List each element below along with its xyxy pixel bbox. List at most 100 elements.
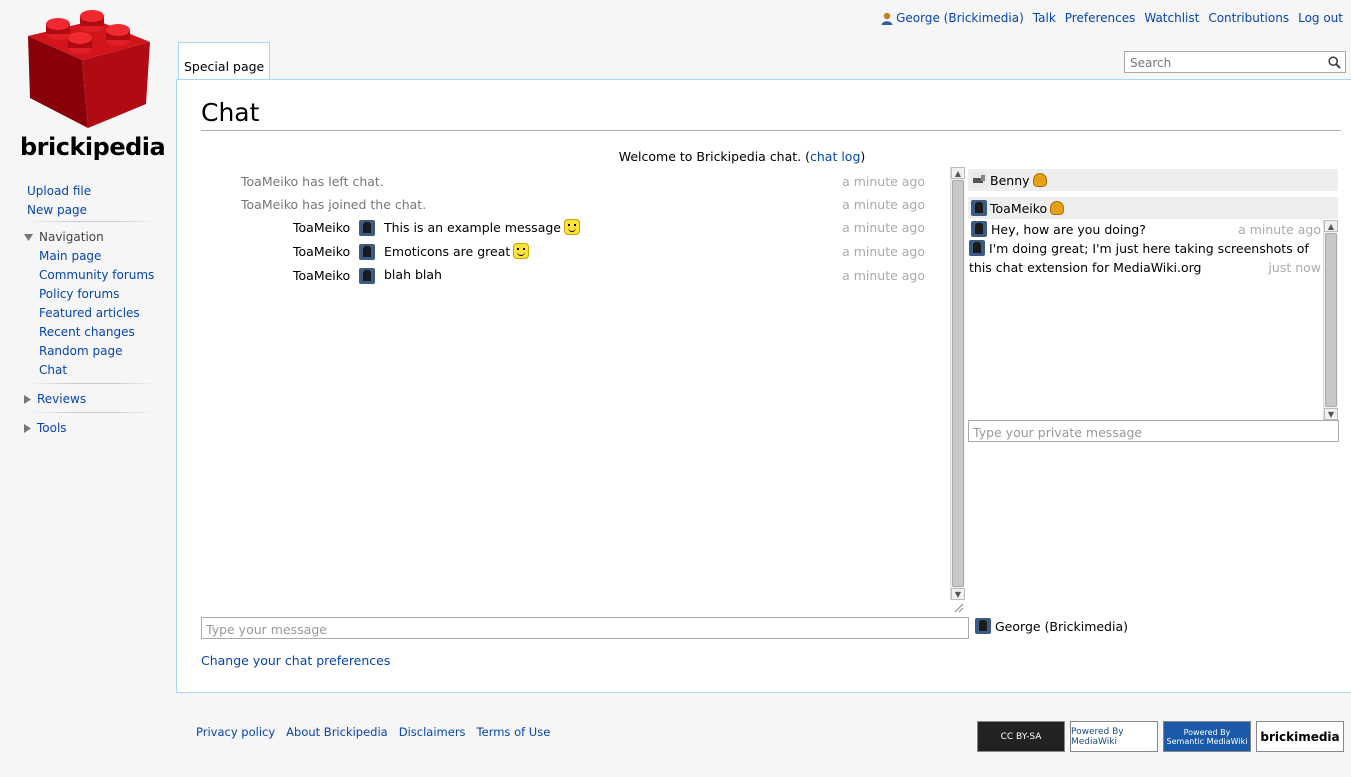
welcome-suffix: ) [860,149,866,164]
user-icon [881,12,893,25]
sidebar-item-chat[interactable]: Chat [39,361,154,380]
site-logo-text: brickipedia [20,133,166,161]
search-icon[interactable] [1328,56,1341,69]
privacy-policy-link[interactable]: Privacy policy [196,725,275,739]
page-title: Chat [201,98,1341,131]
private-message-input[interactable] [971,422,1330,442]
tools-label: Tools [37,421,67,435]
semantic-mediawiki-badge[interactable]: Powered By Semantic MediaWiki [1163,721,1251,752]
cc-by-sa-badge[interactable]: CC BY-SA [977,721,1065,752]
message-user[interactable]: ToaMeiko [293,220,350,235]
avatar [359,244,375,260]
search-input[interactable] [1128,53,1322,73]
avatar [359,268,375,284]
private-message: I'm doing great; I'm just here taking sc… [969,239,1314,277]
search-box [1124,51,1346,73]
sidebar-item-random-page[interactable]: Random page [39,342,154,361]
message-timestamp: a minute ago [842,268,925,283]
sidebar-divider [27,221,155,222]
private-message-input-box [968,420,1339,442]
reviews-label: Reviews [37,392,87,406]
sidebar-item-community-forums[interactable]: Community forums [39,266,154,285]
message-timestamp: a minute ago [842,174,925,189]
content-area: Chat Welcome to Brickipedia chat. (chat … [176,79,1351,693]
sidebar-item-policy-forums[interactable]: Policy forums [39,285,154,304]
sidebar-divider [27,412,155,413]
scroll-up-icon[interactable]: ▲ [1324,220,1338,232]
terms-of-use-link[interactable]: Terms of Use [477,725,551,739]
tab-special-page[interactable]: Special page [178,42,271,80]
avatar [971,172,987,188]
brickimedia-badge[interactable]: brickimedia [1256,721,1344,752]
userlist-name: ToaMeiko [990,200,1048,216]
message-timestamp: a minute ago [1238,222,1321,237]
lego-brick-icon [28,10,150,128]
current-user-name: George (Brickimedia) [995,618,1129,634]
tools-heading[interactable]: Tools [24,421,67,435]
user-name: George (Brickimedia) [896,11,1024,25]
sidebar-item-featured-articles[interactable]: Featured articles [39,304,154,323]
avatar [971,200,987,216]
reviews-heading[interactable]: Reviews [24,392,86,406]
message-text: This is an example message [384,219,561,235]
talk-link[interactable]: Talk [1033,11,1056,25]
userlist-item[interactable]: ToaMeiko [968,197,1338,219]
user-link[interactable]: George (Brickimedia) [881,11,1024,25]
system-message-text: ToaMeiko has left chat. [241,174,384,189]
footer-badges: CC BY-SA Powered By MediaWiki Powered By… [977,721,1344,752]
system-message-text: ToaMeiko has joined the chat. [241,197,427,212]
scrollbar-thumb[interactable] [1325,233,1337,407]
logout-link[interactable]: Log out [1298,11,1343,25]
watchlist-link[interactable]: Watchlist [1144,11,1199,25]
current-user: George (Brickimedia) [975,618,1128,634]
message-input[interactable] [204,619,944,639]
scroll-up-icon[interactable]: ▲ [951,167,965,179]
message-input-box [201,617,969,639]
scrollbar-thumb[interactable] [952,180,964,587]
navigation-label: Navigation [39,230,104,244]
welcome-prefix: Welcome to Brickipedia chat. ( [618,149,810,164]
private-message: Hey, how are you doing? [971,220,1241,239]
personal-tools: George (Brickimedia) Talk Preferences Wa… [881,11,1343,25]
system-message: ToaMeiko has left chat. a minute ago [201,174,927,192]
resize-handle-icon[interactable] [954,603,964,613]
mediawiki-badge[interactable]: Powered By MediaWiki [1070,721,1158,752]
navigation-heading[interactable]: Navigation [24,230,104,244]
sidebar-item-main-page[interactable]: Main page [39,247,154,266]
site-logo[interactable]: brickipedia [14,8,166,161]
collapsed-arrow-icon [24,394,31,404]
avatar [971,221,987,237]
chat-scrollbar[interactable]: ▲ ▼ [950,167,965,600]
laugh-emoticon-icon [563,219,580,235]
private-chat-scrollbar[interactable]: ▲ ▼ [1323,220,1338,420]
footer-links: Privacy policy About Brickipedia Disclai… [196,725,550,739]
private-message-text: I'm doing great; I'm just here taking sc… [969,241,1309,275]
message-timestamp: a minute ago [842,244,925,259]
welcome-message: Welcome to Brickipedia chat. (chat log) [177,149,1307,164]
navigation-list: Main page Community forums Policy forums… [39,247,154,380]
chat-log-link[interactable]: chat log [810,149,860,164]
message-user[interactable]: ToaMeiko [293,268,350,283]
message-timestamp: a minute ago [842,197,925,212]
chat-message: ToaMeiko blah blah a minute ago [201,267,927,286]
scroll-down-icon[interactable]: ▼ [951,588,965,600]
about-link[interactable]: About Brickipedia [286,725,388,739]
userlist-item[interactable]: Benny [968,169,1338,191]
sidebar-top: Upload file New page [27,182,91,220]
scroll-down-icon[interactable]: ▼ [1324,408,1338,420]
moderator-icon [1032,173,1047,187]
chat-messages: ToaMeiko has left chat. a minute ago Toa… [201,167,927,607]
avatar [359,220,375,236]
chat-preferences-link[interactable]: Change your chat preferences [201,653,390,668]
sidebar-item-recent-changes[interactable]: Recent changes [39,323,154,342]
smile-emoticon-icon [513,243,530,259]
message-timestamp: just now [1268,260,1321,275]
expanded-arrow-icon [24,233,33,241]
system-message: ToaMeiko has joined the chat. a minute a… [201,197,927,215]
contributions-link[interactable]: Contributions [1208,11,1289,25]
preferences-link[interactable]: Preferences [1065,11,1136,25]
message-user[interactable]: ToaMeiko [293,244,350,259]
sidebar-item-new-page[interactable]: New page [27,201,91,220]
disclaimers-link[interactable]: Disclaimers [399,725,466,739]
sidebar-item-upload-file[interactable]: Upload file [27,182,91,201]
